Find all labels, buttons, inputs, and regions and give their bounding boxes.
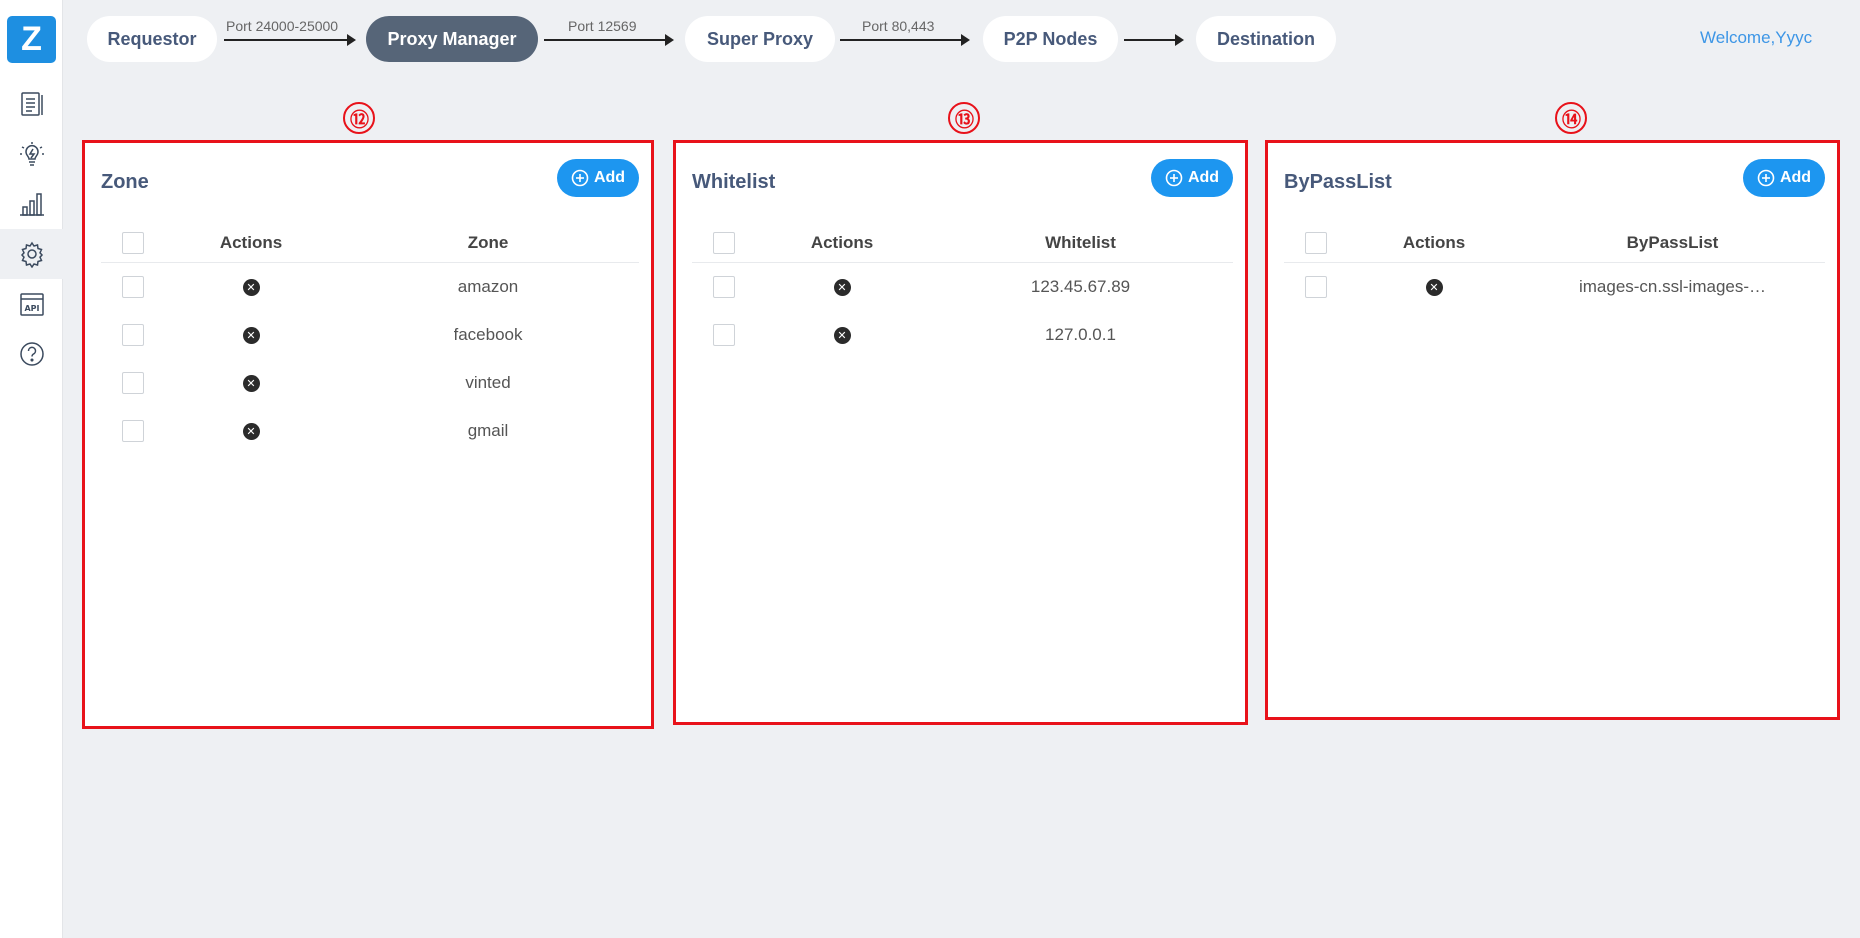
gear-icon (20, 241, 43, 268)
panel-title: ByPassList (1284, 171, 1392, 193)
bypasslist-panel: ByPassList Add Actions ByPassList ✕ imag… (1265, 140, 1840, 720)
whitelist-panel: Whitelist Add Actions Whitelist ✕ 123.45… (673, 140, 1248, 725)
flow-node-super-proxy[interactable]: Super Proxy (685, 16, 835, 62)
flow-node-destination[interactable]: Destination (1196, 16, 1336, 62)
row-checkbox[interactable] (713, 276, 735, 298)
bypasslist-table: Actions ByPassList ✕ images-cn.ssl-image… (1284, 223, 1825, 311)
delete-icon[interactable]: ✕ (1425, 278, 1443, 296)
flow-port-label: Port 12569 (568, 18, 637, 34)
flow-arrow (1124, 34, 1184, 46)
table-row: ✕ 123.45.67.89 (692, 263, 1233, 311)
whitelist-table: Actions Whitelist ✕ 123.45.67.89 ✕ 127.0… (692, 223, 1233, 359)
row-checkbox[interactable] (122, 276, 144, 298)
row-checkbox[interactable] (122, 420, 144, 442)
panel-title: Zone (101, 171, 149, 193)
table-row: ✕ gmail (101, 407, 639, 455)
plus-circle-icon (1757, 169, 1775, 187)
nav-logs[interactable] (0, 79, 63, 129)
cell-value: 127.0.0.1 (1045, 325, 1116, 344)
delete-icon[interactable]: ✕ (242, 422, 260, 440)
table-header: Actions Whitelist (692, 223, 1233, 263)
delete-icon[interactable]: ✕ (833, 278, 851, 296)
row-checkbox[interactable] (713, 324, 735, 346)
table-row: ✕ facebook (101, 311, 639, 359)
api-window-icon: API (19, 293, 44, 316)
delete-icon[interactable]: ✕ (242, 326, 260, 344)
zone-panel: Zone Add Actions Zone ✕ amazon ✕ faceboo… (82, 140, 654, 729)
table-row: ✕ amazon (101, 263, 639, 311)
select-all-checkbox[interactable] (713, 231, 735, 254)
table-row: ✕ vinted (101, 359, 639, 407)
plus-circle-icon (1165, 169, 1183, 187)
table-row: ✕ images-cn.ssl-images-… (1284, 263, 1825, 311)
flow-node-requestor[interactable]: Requestor (87, 16, 217, 62)
cell-value: 123.45.67.89 (1030, 277, 1131, 296)
column-header-zone: Zone (467, 232, 509, 252)
nav-help[interactable] (0, 329, 63, 379)
flow-arrow (224, 34, 356, 46)
annotation-badge: ⑭ (1551, 101, 1591, 135)
delete-icon[interactable]: ✕ (242, 374, 260, 392)
add-whitelist-button[interactable]: Add (1151, 159, 1233, 197)
flow-node-p2p-nodes[interactable]: P2P Nodes (983, 16, 1118, 62)
cell-value: gmail (467, 421, 509, 440)
svg-text:API: API (24, 304, 39, 313)
bar-chart-icon (19, 193, 44, 216)
zone-table: Actions Zone ✕ amazon ✕ facebook ✕ vinte… (101, 223, 639, 455)
row-checkbox[interactable] (122, 372, 144, 394)
table-row: ✕ 127.0.0.1 (692, 311, 1233, 359)
flow-port-label: Port 80,443 (862, 18, 935, 34)
cell-value: vinted (465, 373, 511, 392)
nav-api[interactable]: API (0, 279, 63, 329)
row-checkbox[interactable] (1305, 276, 1327, 298)
column-header-actions: Actions (219, 232, 283, 252)
flow-node-proxy-manager[interactable]: Proxy Manager (366, 16, 538, 62)
plus-circle-icon (571, 169, 589, 187)
proxy-flow: Requestor Port 24000-25000 Proxy Manager… (0, 16, 1860, 64)
flow-arrow (544, 34, 674, 46)
nav-statistics[interactable] (0, 179, 63, 229)
document-list-icon (20, 92, 43, 116)
column-header-actions: Actions (810, 232, 874, 252)
cell-value: images-cn.ssl-images-… (1578, 277, 1767, 296)
row-checkbox[interactable] (122, 324, 144, 346)
nav-settings[interactable] (0, 229, 63, 279)
select-all-checkbox[interactable] (1305, 231, 1327, 254)
column-header-bypasslist: ByPassList (1626, 232, 1719, 252)
add-bypass-button[interactable]: Add (1743, 159, 1825, 197)
table-header: Actions ByPassList (1284, 223, 1825, 263)
lightbulb-icon (19, 142, 44, 166)
add-zone-button[interactable]: Add (557, 159, 639, 197)
column-header-whitelist: Whitelist (1045, 232, 1116, 252)
table-header: Actions Zone (101, 223, 639, 263)
select-all-checkbox[interactable] (122, 231, 144, 254)
annotation-badge: ⑫ (339, 101, 379, 135)
panel-title: Whitelist (692, 171, 776, 193)
help-circle-icon (19, 342, 44, 366)
welcome-user[interactable]: Welcome,Yyyc (1700, 28, 1812, 48)
cell-value: facebook (453, 325, 523, 344)
nav-tips[interactable] (0, 129, 63, 179)
column-header-actions: Actions (1402, 232, 1466, 252)
annotation-badge: ⑬ (944, 101, 984, 135)
delete-icon[interactable]: ✕ (833, 326, 851, 344)
flow-port-label: Port 24000-25000 (226, 18, 339, 34)
sidebar: Z API (0, 0, 63, 938)
delete-icon[interactable]: ✕ (242, 278, 260, 296)
flow-arrow (840, 34, 970, 46)
cell-value: amazon (457, 277, 519, 296)
